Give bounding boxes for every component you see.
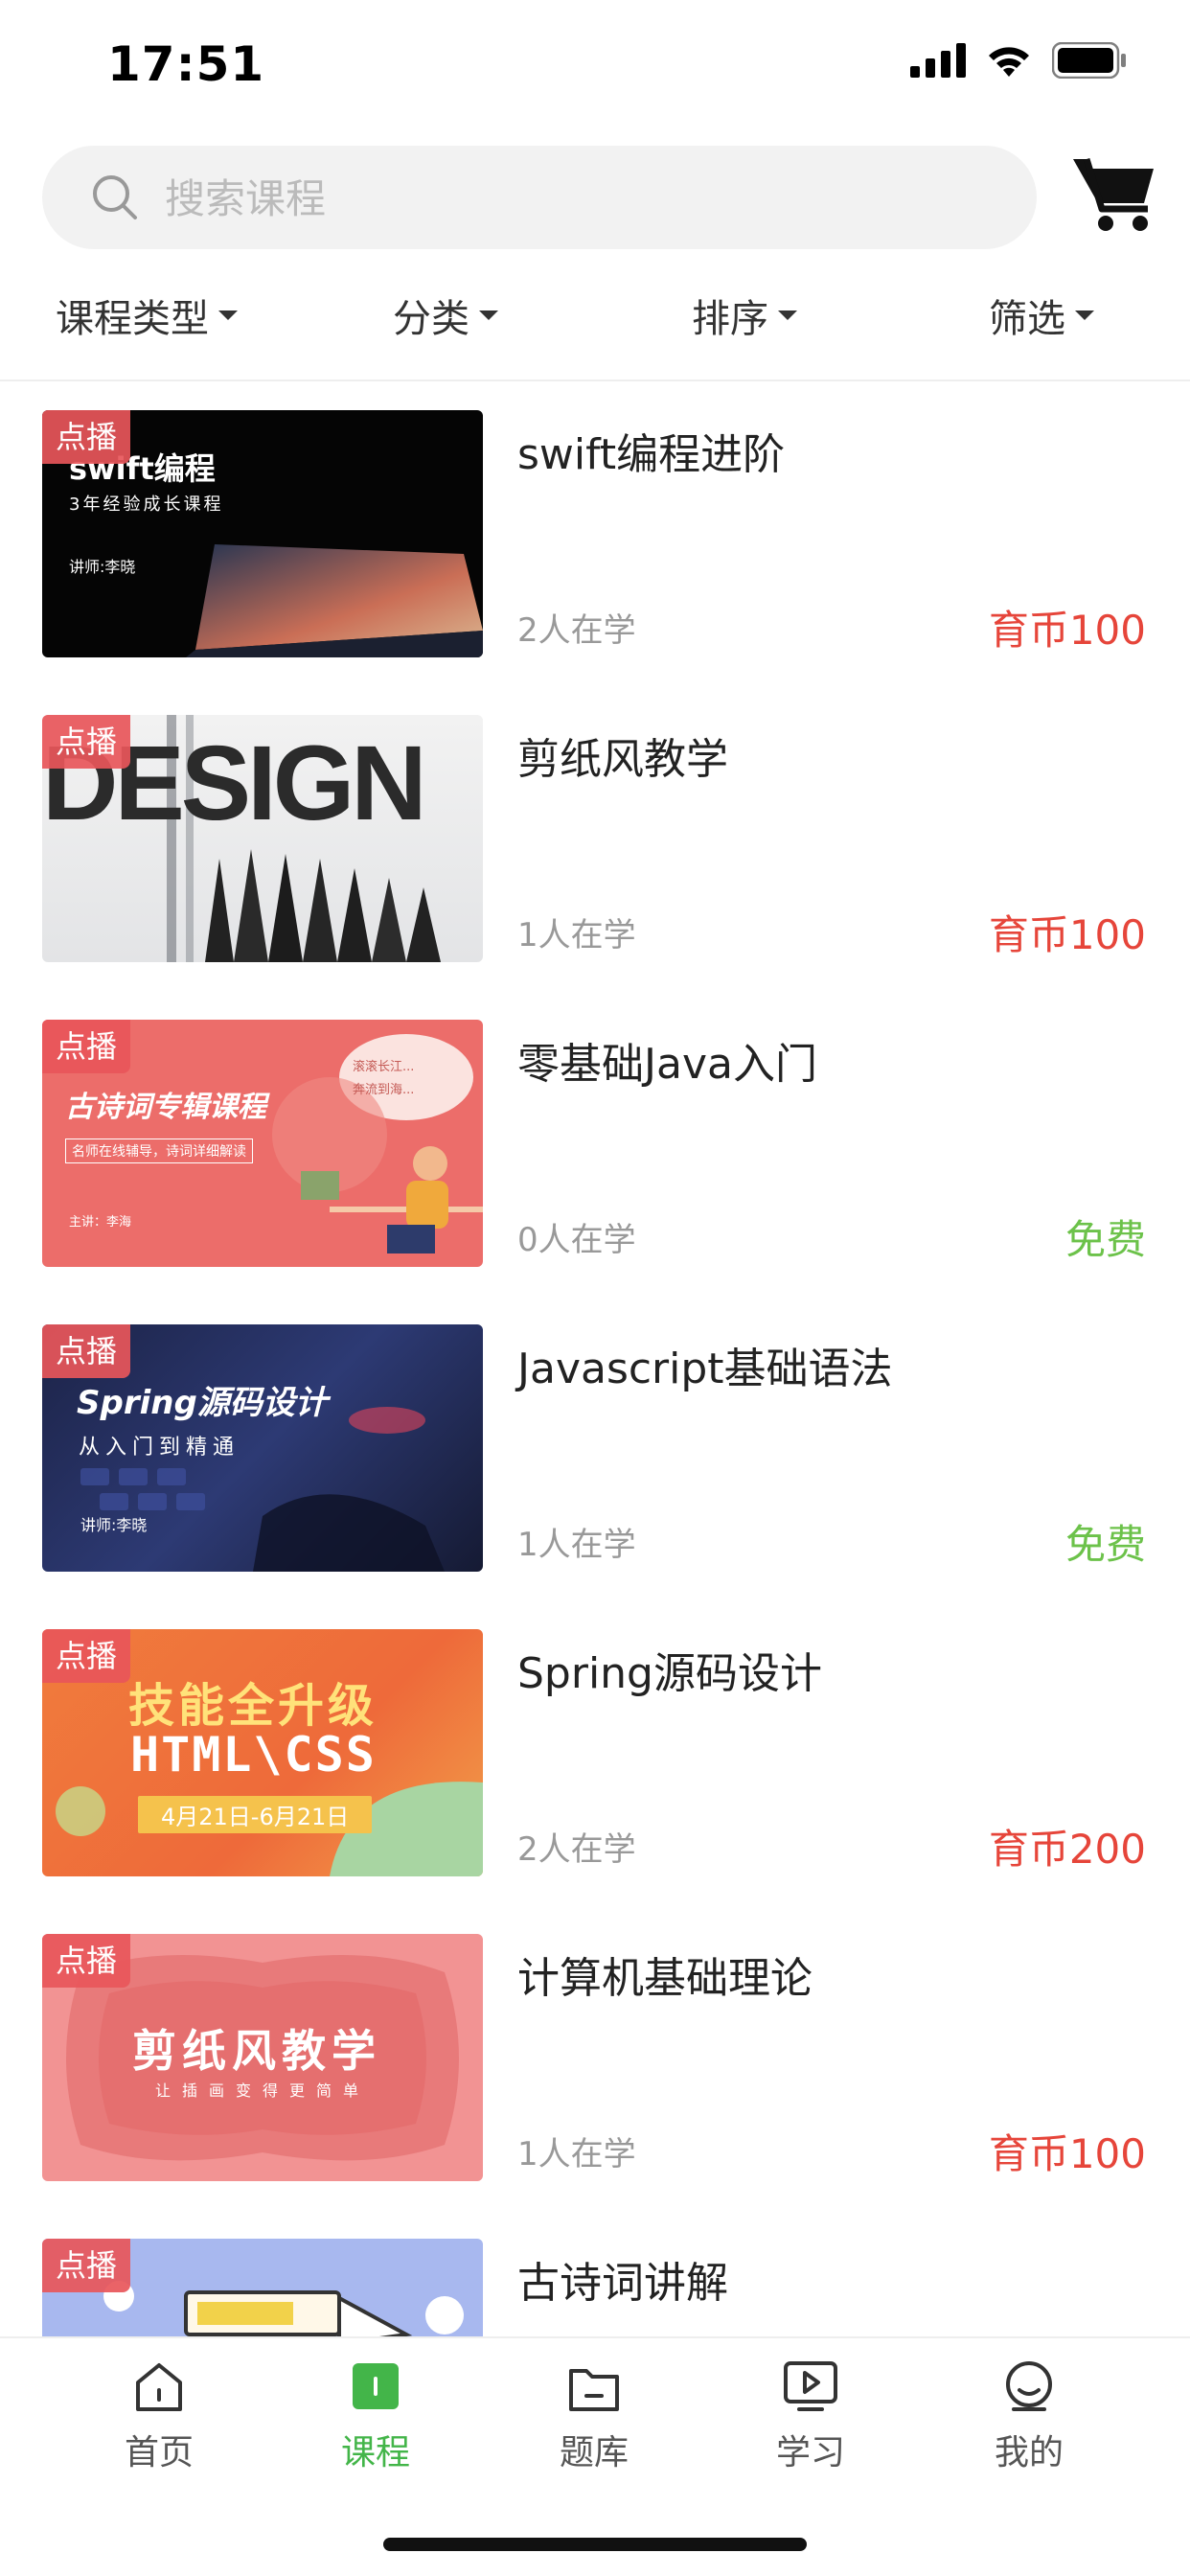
cart-icon[interactable] [1071,153,1157,234]
course-price: 育币200 [988,1826,1146,1873]
learner-count: 2人在学 [517,1830,636,1869]
course-item[interactable]: 技能全升级 HTML\CSS 4月21日-6月21日 点播 Spring源码设计… [0,1602,1190,1907]
course-price: 育币100 [988,2130,1146,2177]
learner-count: 0人在学 [517,1221,636,1259]
thumb-title: 技能全升级 [128,1679,378,1733]
thumb-subtitle: 从入门到精通 [79,1436,240,1460]
filter-category[interactable]: 分类 [393,288,498,343]
tab-home[interactable]: 首页 [82,2358,236,2474]
thumb-subtitle: 3年经验成长课程 [69,494,224,515]
tab-label: 我的 [994,2433,1064,2472]
course-thumbnail: 古诗词专辑课程 名师在线辅导，诗词详细解读 主讲：李海 滚滚长江... 奔流到海… [42,1020,483,1267]
course-item[interactable]: 剪纸风教学 让插画变得更简单 点播 计算机基础理论 1人在学 育币100 [0,1907,1190,2212]
course-price: 免费 [1064,1216,1146,1263]
app-screen: 17:51 搜索课程 课程类型 分类 排序 筛选 swift编程 3年经验成长课… [0,0,1190,2576]
vod-badge: 点播 [42,1629,131,1683]
course-price: 育币100 [988,607,1146,654]
course-title[interactable]: Javascript基础语法 [517,1334,893,1395]
course-item[interactable]: Spring源码设计 从入门到精通 讲师:李晓 点播 Javascript基础语… [0,1298,1190,1602]
course-title[interactable]: 计算机基础理论 [517,1944,812,2005]
vod-badge: 点播 [42,2239,131,2292]
course-thumbnail: swift编程 3年经验成长课程 讲师:李晓 点播 [42,410,483,657]
filter-label: 筛选 [989,297,1065,341]
learner-count: 2人在学 [517,611,636,650]
search-input[interactable] [163,146,1010,251]
battery-icon [1052,42,1126,79]
thumb-cloud-line1: 滚滚长江... [353,1060,415,1074]
course-title[interactable]: 古诗词讲解 [517,2248,728,2310]
course-title[interactable]: 剪纸风教学 [517,724,728,786]
thumb-subtitle: 让插画变得更简单 [155,2082,371,2100]
thumb-teacher: 讲师:李晓 [80,1516,148,1534]
tab-label: 题库 [559,2433,629,2472]
filter-bar: 课程类型 分类 排序 筛选 [0,278,1190,355]
course-title[interactable]: 零基础Java入门 [517,1029,817,1091]
vod-badge: 点播 [42,410,131,464]
caret-down-icon [479,310,498,320]
tab-label: 首页 [124,2433,194,2472]
thumb-subtitle: HTML\CSS [130,1727,377,1782]
status-time: 17:51 [107,36,265,92]
filter-sort[interactable]: 排序 [692,288,797,343]
search-box[interactable] [42,146,1037,251]
course-item[interactable]: 点播 古诗词讲解 [0,2212,1190,2336]
course-title[interactable]: Spring源码设计 [517,1639,822,1700]
vod-badge: 点播 [42,1020,131,1073]
caret-down-icon [1075,310,1094,320]
course-list[interactable]: swift编程 3年经验成长课程 讲师:李晓 点播 swift编程进阶 2人在学… [0,383,1190,2336]
tab-profile[interactable]: 我的 [952,2358,1106,2474]
profile-icon [1006,2361,1052,2411]
search-icon [93,175,137,219]
home-icon [136,2363,182,2411]
wifi-icon [989,47,1029,77]
course-thumbnail: Spring源码设计 从入门到精通 讲师:李晓 点播 [42,1324,483,1572]
search-row [0,144,1190,251]
learner-count: 1人在学 [517,1526,636,1564]
course-title[interactable]: swift编程进阶 [517,420,785,481]
home-indicator[interactable] [383,2538,807,2551]
caret-down-icon [778,310,797,320]
tab-question-bank[interactable]: 题库 [517,2358,671,2474]
course-icon [353,2363,399,2409]
caret-down-icon [218,310,238,320]
vod-badge: 点播 [42,1324,131,1378]
thumb-cloud-line2: 奔流到海... [353,1083,415,1097]
filter-screen[interactable]: 筛选 [989,288,1094,343]
course-item[interactable]: 古诗词专辑课程 名师在线辅导，诗词详细解读 主讲：李海 滚滚长江... 奔流到海… [0,993,1190,1298]
course-thumbnail: DESIGN 点播 [42,715,483,962]
vod-badge: 点播 [42,1934,131,1988]
tab-course[interactable]: 课程 [299,2358,452,2474]
learner-count: 1人在学 [517,916,636,954]
study-play-icon [784,2361,837,2411]
filter-label: 排序 [692,297,768,341]
status-icons [910,42,1129,79]
course-item[interactable]: swift编程 3年经验成长课程 讲师:李晓 点播 swift编程进阶 2人在学… [0,383,1190,688]
status-bar: 17:51 [0,0,1190,125]
vod-badge: 点播 [42,715,131,769]
tab-study[interactable]: 学习 [734,2358,887,2474]
signal-icon [910,43,966,78]
course-price: 免费 [1064,1521,1146,1568]
question-bank-icon [569,2369,619,2411]
learner-count: 1人在学 [517,2135,636,2174]
thumb-date: 4月21日-6月21日 [138,1796,373,1833]
course-thumbnail: 点播 [42,2239,483,2336]
thumb-teacher: 讲师:李晓 [69,558,136,576]
filter-divider [0,380,1190,381]
tab-label: 课程 [340,2433,410,2472]
thumb-title: 古诗词专辑课程 [65,1091,266,1124]
thumb-title: Spring源码设计 [77,1384,328,1422]
course-thumbnail: 剪纸风教学 让插画变得更简单 点播 [42,1934,483,2181]
course-thumbnail: 技能全升级 HTML\CSS 4月21日-6月21日 点播 [42,1629,483,1876]
course-item[interactable]: DESIGN 点播 剪纸风教学 1人在学 育币100 [0,688,1190,993]
filter-course-type[interactable]: 课程类型 [56,288,238,343]
filter-label: 课程类型 [56,297,209,341]
thumb-subtitle: 名师在线辅导，诗词详细解读 [65,1138,253,1163]
tab-label: 学习 [775,2433,845,2472]
filter-label: 分类 [393,297,469,341]
thumb-teacher: 主讲：李海 [69,1215,132,1230]
thumb-title: 剪纸风教学 [132,2025,381,2077]
course-price: 育币100 [988,911,1146,958]
